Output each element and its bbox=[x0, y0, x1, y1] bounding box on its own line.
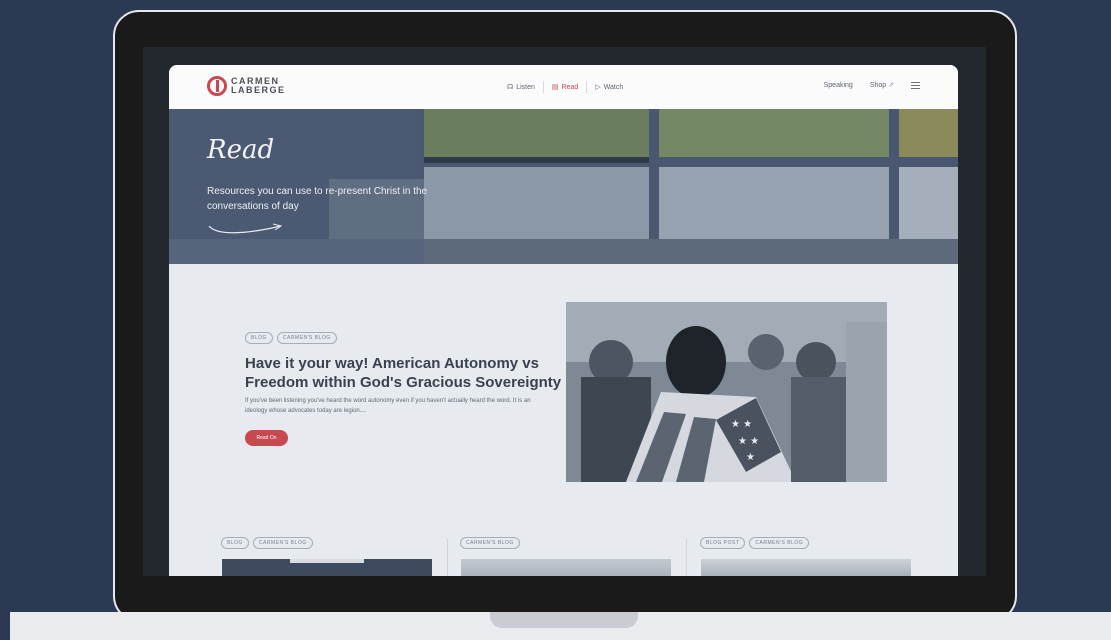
website: CARMEN LABERGE ☊ Listen ▤ Read ▷ Watch S… bbox=[169, 65, 958, 576]
post-card[interactable]: BLOG POST CARMEN'S BLOG bbox=[692, 537, 914, 576]
site-logo[interactable]: CARMEN LABERGE bbox=[207, 76, 286, 96]
site-header: CARMEN LABERGE ☊ Listen ▤ Read ▷ Watch S… bbox=[169, 65, 958, 109]
badge-blog-post[interactable]: BLOG POST bbox=[700, 537, 746, 549]
logo-mark-icon bbox=[207, 76, 227, 96]
post-card-image[interactable] bbox=[461, 559, 671, 576]
flag-crowd-photo: ★ ★ ★ ★ ★ bbox=[566, 302, 887, 482]
book-icon: ▤ bbox=[551, 84, 559, 91]
card-divider bbox=[447, 539, 448, 576]
logo-line-2: LABERGE bbox=[231, 85, 286, 95]
laptop-notch bbox=[490, 612, 638, 628]
featured-badges: BLOG CARMEN'S BLOG bbox=[245, 332, 337, 344]
badge-blog[interactable]: BLOG bbox=[245, 332, 273, 344]
nav-watch-label: Watch bbox=[603, 83, 624, 91]
badge-carmens-blog[interactable]: CARMEN'S BLOG bbox=[276, 332, 337, 344]
external-link-icon: ⇗ bbox=[888, 82, 894, 89]
secondary-nav: Speaking Shop ⇗ bbox=[824, 81, 920, 89]
nav-shop[interactable]: Shop ⇗ bbox=[870, 81, 894, 89]
hero-subtitle: Resources you can use to re-present Chri… bbox=[207, 186, 428, 212]
post-card[interactable]: CARMEN'S BLOG bbox=[452, 537, 674, 576]
nav-listen[interactable]: ☊ Listen bbox=[499, 83, 543, 92]
nav-read[interactable]: ▤ Read bbox=[544, 83, 586, 92]
nav-listen-label: Listen bbox=[516, 83, 535, 91]
card-divider bbox=[686, 539, 687, 576]
image-detail bbox=[290, 559, 364, 563]
card-badges: BLOG CARMEN'S BLOG bbox=[221, 537, 435, 549]
nav-speaking[interactable]: Speaking bbox=[824, 82, 853, 89]
main-nav: ☊ Listen ▤ Read ▷ Watch bbox=[499, 81, 631, 93]
nav-watch[interactable]: ▷ Watch bbox=[587, 83, 631, 92]
logo-text: CARMEN LABERGE bbox=[231, 77, 286, 95]
laptop-screen: CARMEN LABERGE ☊ Listen ▤ Read ▷ Watch S… bbox=[143, 47, 986, 576]
nav-shop-label: Shop bbox=[869, 82, 887, 89]
badge-carmens-blog[interactable]: CARMEN'S BLOG bbox=[460, 537, 520, 549]
featured-post-title[interactable]: Have it your way! American Autonomy vs F… bbox=[245, 354, 565, 392]
video-icon: ▷ bbox=[595, 84, 601, 91]
swoosh-decoration bbox=[208, 223, 283, 234]
svg-text:★: ★ bbox=[746, 452, 755, 463]
badge-carmens-blog[interactable]: CARMEN'S BLOG bbox=[252, 537, 313, 549]
hero-title: Read bbox=[207, 135, 275, 165]
card-badges: BLOG POST CARMEN'S BLOG bbox=[700, 537, 914, 549]
hero-banner: Read Resources you can use to re-present… bbox=[169, 109, 958, 264]
svg-text:★ ★: ★ ★ bbox=[731, 419, 752, 430]
featured-post-image[interactable]: ★ ★ ★ ★ ★ bbox=[566, 302, 887, 482]
badge-blog[interactable]: BLOG bbox=[221, 537, 249, 549]
featured-post-excerpt: If you've been listening you've heard th… bbox=[245, 398, 531, 414]
post-card[interactable]: BLOG CARMEN'S BLOG bbox=[213, 537, 435, 576]
post-card-image[interactable] bbox=[701, 559, 911, 576]
read-on-button[interactable]: Read On bbox=[245, 430, 288, 446]
menu-icon[interactable] bbox=[911, 81, 920, 89]
badge-carmens-blog[interactable]: CARMEN'S BLOG bbox=[749, 537, 810, 549]
svg-text:★ ★: ★ ★ bbox=[738, 436, 759, 447]
card-badges: CARMEN'S BLOG bbox=[460, 537, 674, 549]
nav-read-label: Read bbox=[561, 83, 579, 91]
headphones-icon: ☊ bbox=[507, 84, 514, 91]
post-card-image[interactable] bbox=[222, 559, 432, 576]
